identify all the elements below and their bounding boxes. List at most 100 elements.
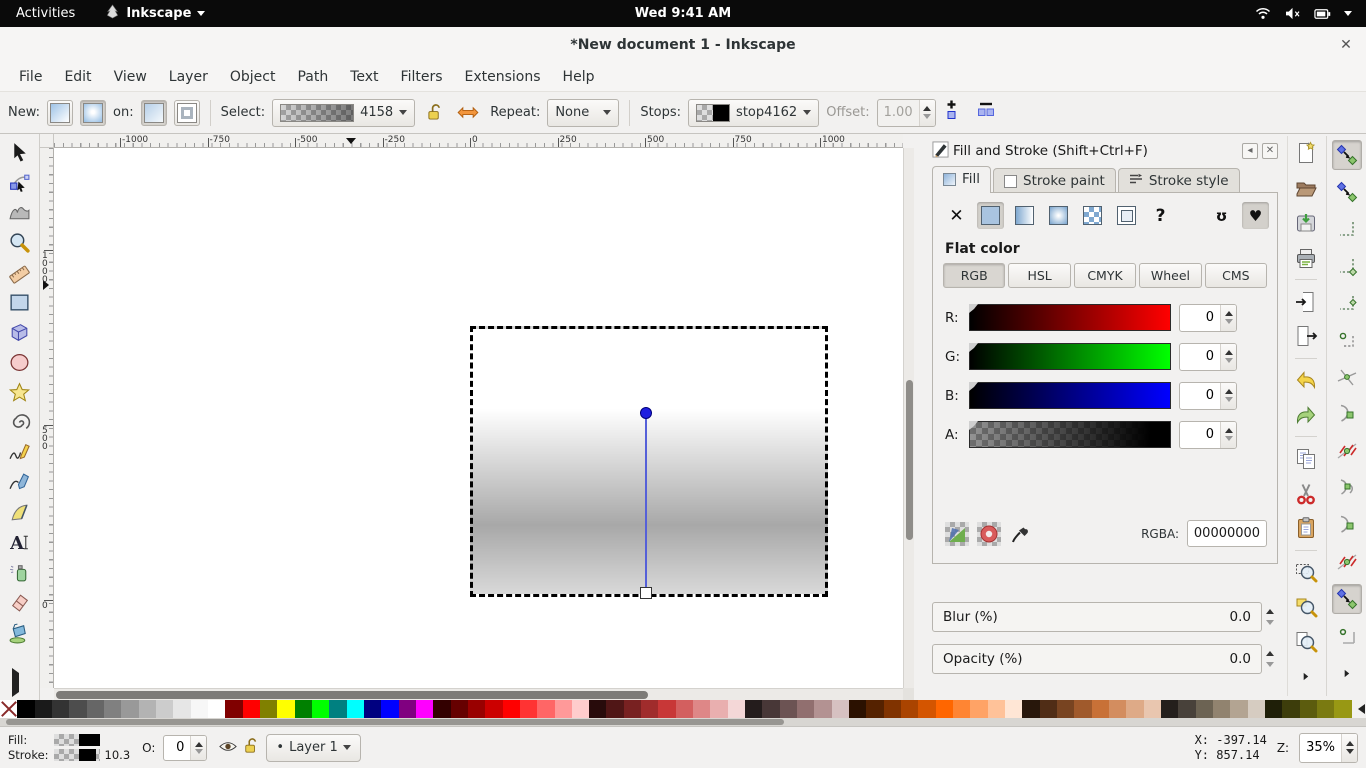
snap-nodes[interactable] <box>1332 362 1362 392</box>
tab-rgb[interactable]: RGB <box>943 263 1005 288</box>
palette-swatch[interactable] <box>572 700 589 718</box>
palette-swatch[interactable] <box>451 700 468 718</box>
palette-swatch[interactable] <box>156 700 173 718</box>
palette-scroll-left-button[interactable] <box>1352 700 1366 718</box>
palette-swatch[interactable] <box>1178 700 1195 718</box>
tool-measure[interactable] <box>4 257 36 287</box>
palette-swatch[interactable] <box>191 700 208 718</box>
tab-stroke-style[interactable]: Stroke style <box>1118 168 1240 193</box>
palette-swatch[interactable] <box>1040 700 1057 718</box>
app-menu[interactable]: Inkscape <box>105 4 205 23</box>
layer-lock-toggle[interactable] <box>244 738 258 758</box>
titlebar[interactable]: *New document 1 - Inkscape ✕ <box>0 27 1366 62</box>
palette-swatch[interactable] <box>347 700 364 718</box>
new-radial-gradient-button[interactable] <box>80 100 106 126</box>
palette-swatch[interactable] <box>866 700 883 718</box>
palette-swatch[interactable] <box>35 700 52 718</box>
palette-swatch[interactable] <box>1282 700 1299 718</box>
palette-swatch[interactable] <box>988 700 1005 718</box>
palette-swatch[interactable] <box>1213 700 1230 718</box>
fill-rule-evenodd-button[interactable]: ʊ <box>1208 202 1235 229</box>
palette-swatch[interactable] <box>416 700 433 718</box>
palette-swatch[interactable] <box>762 700 779 718</box>
object-opacity-spinbox[interactable]: 0 <box>163 735 207 761</box>
palette-swatch[interactable] <box>468 700 485 718</box>
command-edit-redo[interactable] <box>1292 402 1320 429</box>
palette-swatch[interactable] <box>295 700 312 718</box>
palette-swatch[interactable] <box>121 700 138 718</box>
snap-bbox-edges[interactable] <box>1332 214 1362 244</box>
paint-flat-button[interactable] <box>977 202 1004 229</box>
palette-swatch[interactable] <box>52 700 69 718</box>
layer-selector[interactable]: • Layer 1 <box>266 734 360 762</box>
green-slider[interactable] <box>969 343 1171 370</box>
palette-swatch[interactable] <box>624 700 641 718</box>
blue-spinbox[interactable]: 0 <box>1179 382 1237 410</box>
paint-linear-gradient-button[interactable] <box>1011 202 1038 229</box>
vertical-scrollbar-thumb[interactable] <box>906 380 913 540</box>
snap-bbox[interactable] <box>1332 177 1362 207</box>
palette-swatch[interactable] <box>1300 700 1317 718</box>
palette-swatch[interactable] <box>1074 700 1091 718</box>
palette-swatch[interactable] <box>1005 700 1022 718</box>
alpha-slider[interactable] <box>969 421 1171 448</box>
blue-slider[interactable] <box>969 382 1171 409</box>
command-edit-undo[interactable] <box>1292 367 1320 394</box>
vertical-scrollbar[interactable] <box>903 148 914 688</box>
command-document-save[interactable] <box>1292 210 1320 237</box>
palette-swatch[interactable] <box>69 700 86 718</box>
palette-swatch[interactable] <box>1126 700 1143 718</box>
color-wheel-button[interactable] <box>977 522 1001 546</box>
palette-swatch[interactable] <box>537 700 554 718</box>
blur-spin-arrows[interactable] <box>1262 600 1278 634</box>
horizontal-scrollbar-thumb[interactable] <box>56 691 648 699</box>
palette-swatch[interactable] <box>780 700 797 718</box>
panel-collapse-button[interactable]: ◂ <box>1242 143 1258 159</box>
palette-swatch[interactable] <box>1144 700 1161 718</box>
palette-swatch[interactable] <box>381 700 398 718</box>
snap-path-intersections[interactable] <box>1332 436 1362 466</box>
layer-visibility-toggle[interactable] <box>219 738 237 757</box>
gradient-on-stroke-button[interactable] <box>174 100 200 126</box>
fill-stroke-indicator[interactable]: Fill: Stroke: 10.3 <box>8 734 130 762</box>
palette-swatch[interactable] <box>104 700 121 718</box>
palette-swatch[interactable] <box>139 700 156 718</box>
command-edit-cut[interactable] <box>1292 480 1320 507</box>
command-document-new[interactable] <box>1292 140 1320 167</box>
reverse-gradient-button[interactable] <box>453 100 483 126</box>
add-stop-button[interactable] <box>943 99 969 127</box>
tool-eraser[interactable] <box>4 587 36 617</box>
palette-swatch[interactable] <box>0 700 17 718</box>
palette-swatch[interactable] <box>918 700 935 718</box>
palette-swatch[interactable] <box>814 700 831 718</box>
command-zoom-page[interactable] <box>1292 628 1320 655</box>
snap-others[interactable] <box>1332 584 1362 614</box>
tool-star[interactable] <box>4 377 36 407</box>
palette-swatch[interactable] <box>606 700 623 718</box>
canvas[interactable] <box>54 148 903 688</box>
alpha-spinbox[interactable]: 0 <box>1179 421 1237 449</box>
palette-swatch[interactable] <box>1230 700 1247 718</box>
panel-close-button[interactable]: ✕ <box>1262 143 1278 159</box>
command-edit-copy[interactable] <box>1292 445 1320 472</box>
tab-hsl[interactable]: HSL <box>1008 263 1070 288</box>
command-document-export[interactable] <box>1292 323 1320 350</box>
palette-scrollbar-thumb[interactable] <box>6 719 784 725</box>
tool-node-editor[interactable] <box>4 167 36 197</box>
palette-swatch[interactable] <box>87 700 104 718</box>
activities-button[interactable]: Activities <box>12 6 79 21</box>
snap-master[interactable] <box>1332 140 1362 170</box>
repeat-combo[interactable]: None <box>547 99 619 127</box>
palette-swatch[interactable] <box>1109 700 1126 718</box>
tool-text[interactable]: A <box>4 527 36 557</box>
horizontal-ruler[interactable]: -1000-750-500-25002505007501000 <box>54 134 903 148</box>
tool-spray[interactable] <box>4 557 36 587</box>
fill-color-swatch[interactable] <box>54 734 100 746</box>
paint-radial-gradient-button[interactable] <box>1045 202 1072 229</box>
paint-none-button[interactable]: ✕ <box>943 202 970 229</box>
tool-calligraphy[interactable] <box>4 497 36 527</box>
palette-swatch[interactable] <box>1161 700 1178 718</box>
fill-rule-nonzero-button[interactable]: ♥ <box>1242 202 1269 229</box>
tool-spiral[interactable] <box>4 407 36 437</box>
menu-layer[interactable]: Layer <box>158 65 219 89</box>
